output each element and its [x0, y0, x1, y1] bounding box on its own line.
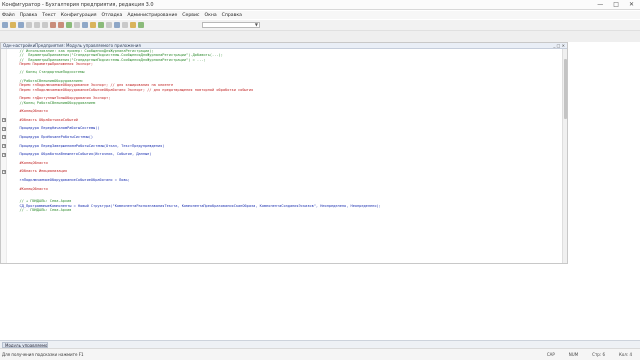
- find-icon[interactable]: [66, 22, 72, 28]
- new-document-icon[interactable]: [2, 22, 8, 28]
- workspace-background: [0, 264, 640, 340]
- save-icon[interactable]: [18, 22, 24, 28]
- fold-toggle-icon[interactable]: +: [2, 169, 6, 174]
- toolbar-icons: [2, 22, 144, 28]
- status-bar: Для получения подсказки нажмите F1 CAP N…: [0, 348, 640, 360]
- config-tree-icon[interactable]: [82, 22, 88, 28]
- update-db-icon[interactable]: [90, 22, 96, 28]
- window-title: Конфигуратор - Бухгалтерия предприятия, …: [2, 1, 154, 8]
- menu-windows[interactable]: Окна: [204, 13, 216, 18]
- menu-debug[interactable]: Отладка: [102, 13, 123, 18]
- menu-help[interactable]: Справка: [222, 13, 242, 18]
- menu-service[interactable]: Сервис: [182, 13, 199, 18]
- editor-title: Одн-настройкиПредприятия: Модуль управля…: [3, 43, 141, 48]
- caps-indicator: CAP: [546, 352, 555, 357]
- run-debug-icon[interactable]: [98, 22, 104, 28]
- open-folder-icon[interactable]: [10, 22, 16, 28]
- menu-text[interactable]: Текст: [42, 13, 56, 18]
- fold-toggle-icon[interactable]: +: [2, 118, 6, 123]
- close-button[interactable]: ✕: [629, 1, 634, 8]
- cut-icon[interactable]: [26, 22, 32, 28]
- help-icon[interactable]: [138, 22, 144, 28]
- menu-bar: Файл Правка Текст Конфигурация Отладка А…: [0, 11, 640, 19]
- minimize-button[interactable]: —: [597, 1, 603, 8]
- syntax-check-icon[interactable]: [114, 22, 120, 28]
- search-combobox[interactable]: ▼: [202, 22, 260, 28]
- code-area[interactable]: // Использование: как пример: СообщенияД…: [13, 49, 561, 212]
- menu-edit[interactable]: Правка: [20, 13, 37, 18]
- toolbar-band: [0, 31, 640, 42]
- fold-toggle-icon[interactable]: +: [2, 143, 6, 148]
- module-editor-window: Одн-настройкиПредприятия: Модуль управля…: [0, 42, 568, 264]
- menu-administration[interactable]: Администрирование: [127, 13, 177, 18]
- code-gutter: + + + + + +: [1, 49, 7, 263]
- status-indicators: CAP NUM Стр: 6 Кол: 4: [547, 352, 632, 357]
- line-indicator: Стр: 6: [592, 352, 605, 357]
- status-hint: Для получения подсказки нажмите F1: [2, 352, 84, 357]
- menu-file[interactable]: Файл: [2, 13, 15, 18]
- column-indicator: Кол: 4: [618, 352, 632, 357]
- menu-configuration[interactable]: Конфигурация: [61, 13, 97, 18]
- num-indicator: NUM: [568, 352, 579, 357]
- window-controls: — □ ✕: [597, 1, 634, 8]
- code-line[interactable]: // - ГЮНДАЛЬ: Сева-Архив: [13, 208, 561, 212]
- redo-icon[interactable]: [58, 22, 64, 28]
- vertical-scrollbar[interactable]: [562, 49, 567, 263]
- scrollbar-thumb[interactable]: [564, 59, 567, 119]
- fold-toggle-icon[interactable]: +: [2, 135, 6, 140]
- toolbar: ▼: [0, 20, 640, 31]
- procedures-list-icon[interactable]: [122, 22, 128, 28]
- copy-icon[interactable]: [34, 22, 40, 28]
- breakpoint-icon[interactable]: [106, 22, 112, 28]
- window-taskbar: Модуль управляемого п...: [0, 340, 640, 348]
- bookmark-icon[interactable]: [130, 22, 136, 28]
- title-bar: Конфигуратор - Бухгалтерия предприятия, …: [0, 0, 640, 10]
- fold-toggle-icon[interactable]: +: [2, 152, 6, 157]
- replace-icon[interactable]: [74, 22, 80, 28]
- maximize-button[interactable]: □: [613, 1, 619, 8]
- undo-icon[interactable]: [50, 22, 56, 28]
- paste-icon[interactable]: [42, 22, 48, 28]
- fold-toggle-icon[interactable]: +: [2, 126, 6, 131]
- chevron-down-icon[interactable]: ▼: [255, 22, 258, 27]
- editor-window-controls[interactable]: _ □ ✕: [553, 43, 565, 48]
